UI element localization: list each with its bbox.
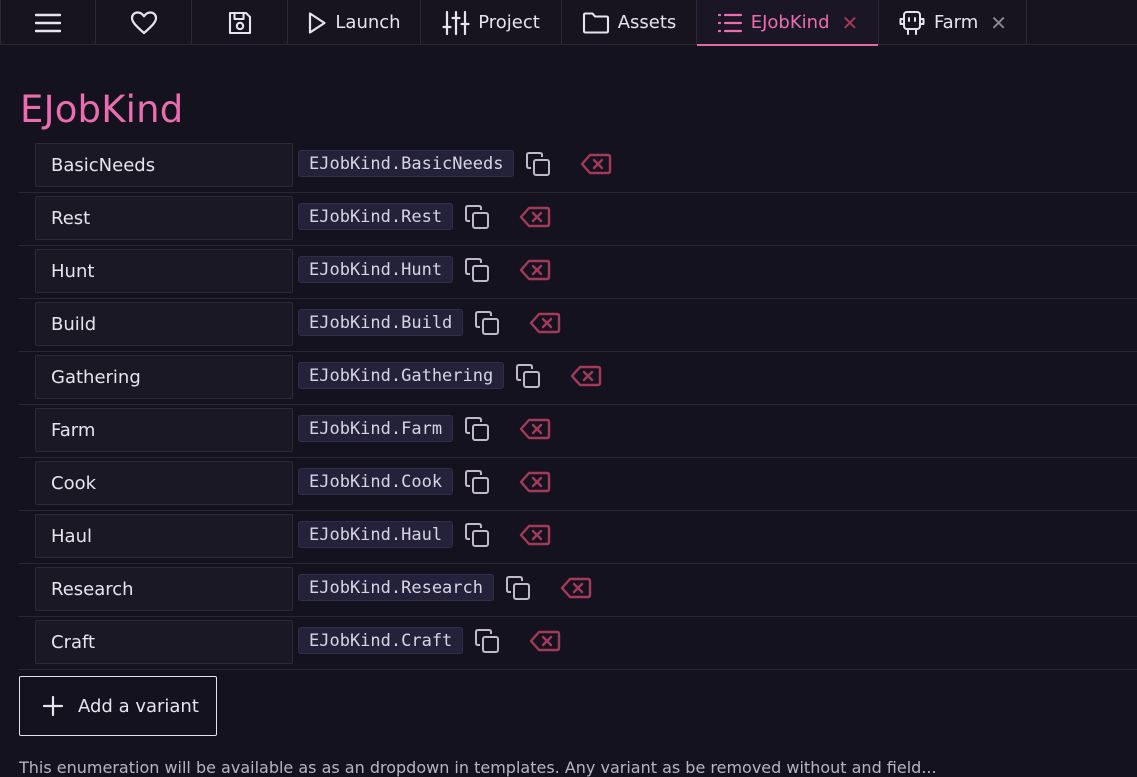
variant-row: Rest EJobKind.Rest bbox=[19, 193, 1137, 246]
variant-row: Haul EJobKind.Haul bbox=[19, 511, 1137, 564]
menu-button[interactable] bbox=[0, 0, 96, 45]
variant-row: Build EJobKind.Build bbox=[19, 299, 1137, 352]
delete-icon[interactable] bbox=[527, 307, 563, 339]
variant-name-input[interactable]: Haul bbox=[35, 514, 293, 558]
variant-actions bbox=[502, 572, 594, 604]
variant-row: Farm EJobKind.Farm bbox=[19, 405, 1137, 458]
tab-project[interactable]: Project bbox=[421, 0, 562, 45]
variant-actions bbox=[461, 413, 553, 445]
delete-icon[interactable] bbox=[517, 254, 553, 286]
variant-row: Research EJobKind.Research bbox=[19, 564, 1137, 617]
variant-name-input[interactable]: Rest bbox=[35, 196, 293, 240]
tab-label: Farm bbox=[933, 12, 979, 33]
add-variant-button[interactable]: Add a variant bbox=[19, 676, 217, 736]
copy-icon[interactable] bbox=[471, 307, 503, 339]
variant-name-input[interactable]: Research bbox=[35, 567, 293, 611]
variant-name-input[interactable]: Farm bbox=[35, 408, 293, 452]
close-icon[interactable]: ✕ bbox=[842, 13, 859, 33]
sliders-icon bbox=[442, 10, 470, 35]
variant-row: Cook EJobKind.Cook bbox=[19, 458, 1137, 511]
robot-icon bbox=[899, 10, 925, 35]
variant-name-input[interactable]: Craft bbox=[35, 620, 293, 664]
delete-icon[interactable] bbox=[558, 572, 594, 604]
delete-icon[interactable] bbox=[568, 360, 604, 392]
variant-code-chip: EJobKind.Farm bbox=[298, 415, 454, 442]
page-title: EJobKind bbox=[20, 88, 184, 131]
delete-icon[interactable] bbox=[527, 625, 563, 657]
variant-actions bbox=[461, 254, 553, 286]
variant-actions bbox=[522, 148, 614, 180]
heart-icon bbox=[130, 10, 157, 34]
variant-actions bbox=[461, 519, 553, 551]
variant-list: BasicNeeds EJobKind.BasicNeeds Rest EJobKin… bbox=[19, 140, 1137, 670]
variant-code-chip: EJobKind.Build bbox=[298, 309, 464, 336]
tab-ejobkind[interactable]: EJobKind ✕ bbox=[697, 0, 879, 46]
variant-name-input[interactable]: Hunt bbox=[35, 249, 293, 293]
delete-icon[interactable] bbox=[578, 148, 614, 180]
variant-code-chip: EJobKind.Cook bbox=[298, 468, 454, 495]
tab-label: Assets bbox=[617, 12, 677, 33]
add-variant-label: Add a variant bbox=[78, 695, 199, 717]
folder-icon bbox=[582, 11, 609, 34]
tab-launch[interactable]: Launch bbox=[288, 0, 421, 45]
copy-icon[interactable] bbox=[502, 572, 534, 604]
copy-icon[interactable] bbox=[471, 625, 503, 657]
variant-name-input[interactable]: BasicNeeds bbox=[35, 143, 293, 187]
variant-row: Gathering EJobKind.Gathering bbox=[19, 352, 1137, 405]
tab-label: Launch bbox=[335, 12, 401, 33]
variant-actions bbox=[461, 201, 553, 233]
variant-code-chip: EJobKind.Haul bbox=[298, 521, 454, 548]
save-button[interactable] bbox=[192, 0, 288, 45]
variant-actions bbox=[471, 307, 563, 339]
delete-icon[interactable] bbox=[517, 466, 553, 498]
list-icon bbox=[717, 13, 742, 32]
tab-label: Project bbox=[478, 12, 540, 33]
play-icon bbox=[309, 11, 327, 34]
variant-code-chip: EJobKind.Rest bbox=[298, 203, 454, 230]
variant-row: Craft EJobKind.Craft bbox=[19, 617, 1137, 670]
variant-name-input[interactable]: Gathering bbox=[35, 355, 293, 399]
floppy-disk-icon bbox=[228, 11, 251, 34]
close-icon[interactable]: ✕ bbox=[990, 13, 1007, 33]
delete-icon[interactable] bbox=[517, 201, 553, 233]
variant-code-chip: EJobKind.Gathering bbox=[298, 362, 505, 389]
tab-assets[interactable]: Assets bbox=[562, 0, 697, 45]
copy-icon[interactable] bbox=[461, 254, 493, 286]
footnote-text: This enumeration will be available as as… bbox=[19, 758, 937, 777]
copy-icon[interactable] bbox=[512, 360, 544, 392]
delete-icon[interactable] bbox=[517, 413, 553, 445]
variant-row: Hunt EJobKind.Hunt bbox=[19, 246, 1137, 299]
copy-icon[interactable] bbox=[461, 201, 493, 233]
variant-actions bbox=[471, 625, 563, 657]
copy-icon[interactable] bbox=[461, 413, 493, 445]
variant-name-input[interactable]: Cook bbox=[35, 461, 293, 505]
variant-code-chip: EJobKind.Hunt bbox=[298, 256, 454, 283]
copy-icon[interactable] bbox=[461, 466, 493, 498]
variant-code-chip: EJobKind.BasicNeeds bbox=[298, 150, 515, 177]
main-content: EJobKind BasicNeeds EJobKind.BasicNeeds Re… bbox=[0, 46, 1137, 777]
plus-icon bbox=[42, 695, 64, 717]
variant-actions bbox=[461, 466, 553, 498]
variant-code-chip: EJobKind.Craft bbox=[298, 627, 464, 654]
variant-actions bbox=[512, 360, 604, 392]
top-tab-bar: Launch Project Assets EJobKind ✕ Farm ✕ bbox=[0, 0, 1137, 46]
variant-name-input[interactable]: Build bbox=[35, 302, 293, 346]
variant-row: BasicNeeds EJobKind.BasicNeeds bbox=[19, 140, 1137, 193]
copy-icon[interactable] bbox=[522, 148, 554, 180]
favorites-button[interactable] bbox=[96, 0, 192, 45]
tab-label: EJobKind bbox=[750, 12, 830, 33]
variant-code-chip: EJobKind.Research bbox=[298, 574, 494, 601]
copy-icon[interactable] bbox=[461, 519, 493, 551]
tab-farm[interactable]: Farm ✕ bbox=[879, 0, 1027, 45]
delete-icon[interactable] bbox=[517, 519, 553, 551]
hamburger-icon bbox=[35, 13, 61, 32]
